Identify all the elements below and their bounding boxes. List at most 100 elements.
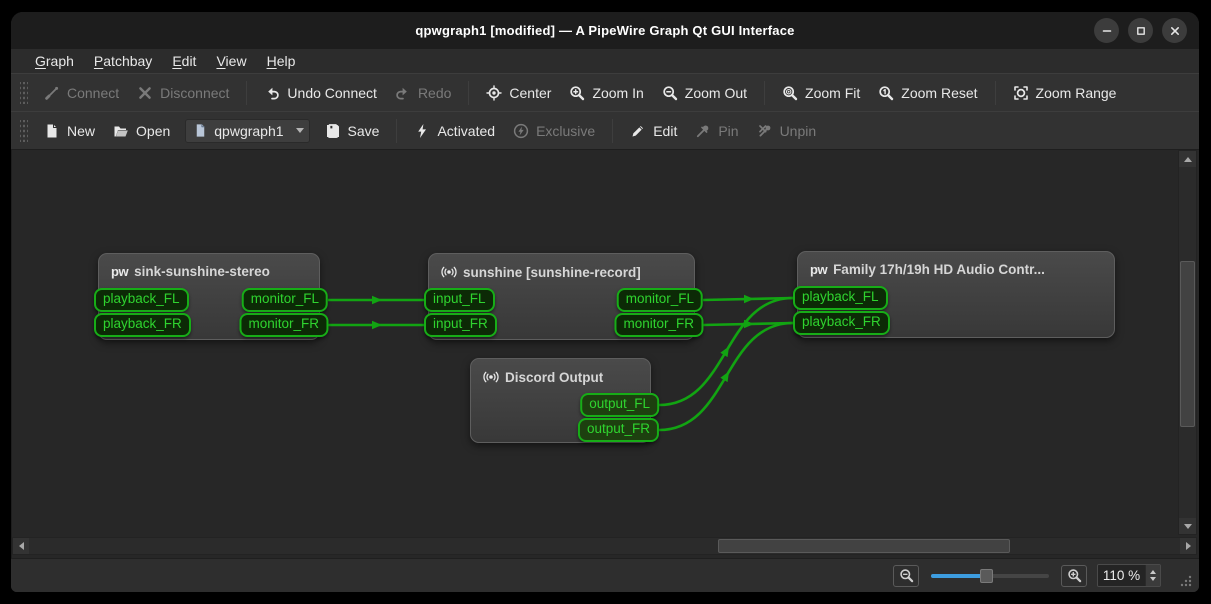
connect-button: Connect (35, 80, 128, 106)
open-button[interactable]: Open (104, 118, 179, 144)
zoom-out-button[interactable]: Zoom Out (653, 80, 756, 106)
toolbar-button-label: Disconnect (160, 85, 229, 101)
toolbar-button-label: Activated (437, 123, 495, 139)
vertical-scrollbar[interactable] (1178, 150, 1197, 535)
combobox-value: qpwgraph1 (214, 123, 283, 139)
zoom-in-button[interactable] (1061, 565, 1087, 587)
zoom-value[interactable]: 110 % (1098, 565, 1145, 586)
chevron-down-icon (296, 128, 304, 133)
window-title: qpwgraph1 [modified] — A PipeWire Graph … (415, 23, 794, 38)
port-wrap: monitor_FR (239, 313, 328, 337)
patchbay-profile-combobox[interactable]: qpwgraph1 (185, 119, 309, 143)
toolbar-separator (764, 81, 765, 105)
port-playback-fr[interactable]: playback_FR (793, 311, 890, 335)
zoom-reset-button[interactable]: Zoom Reset (869, 80, 986, 106)
port-output-fr[interactable]: output_FR (578, 418, 659, 442)
zoom-fit-icon (782, 85, 798, 101)
zoom-in-icon (569, 85, 585, 101)
title-bar[interactable]: qpwgraph1 [modified] — A PipeWire Graph … (11, 12, 1199, 49)
maximize-icon (1133, 23, 1149, 39)
port-monitor-fl[interactable]: monitor_FL (242, 288, 328, 312)
horizontal-scrollbar[interactable] (12, 537, 1197, 555)
port-monitor-fr[interactable]: monitor_FR (614, 313, 703, 337)
zoom-fit-button[interactable]: Zoom Fit (773, 80, 869, 106)
save-icon (325, 123, 341, 139)
port-monitor-fr[interactable]: monitor_FR (239, 313, 328, 337)
graph-canvas[interactable]: pwsink-sunshine-stereoplayback_FLplaybac… (12, 150, 1175, 537)
toolbar-button-label: Zoom Out (685, 85, 747, 101)
redo-button: Redo (386, 80, 460, 106)
disconnect-button: Disconnect (128, 80, 238, 106)
activated-button[interactable]: Activated (405, 118, 504, 144)
toolbar-button-label: Connect (67, 85, 119, 101)
port-wrap: output_FR (578, 418, 659, 442)
toolbar-graph: ConnectDisconnectUndo ConnectRedoCenterZ… (11, 73, 1199, 111)
center-icon (486, 85, 502, 101)
save-button[interactable]: Save (316, 118, 389, 144)
port-playback-fr[interactable]: playback_FR (94, 313, 191, 337)
horizontal-scrollbar-thumb[interactable] (718, 539, 1010, 553)
close-button[interactable] (1162, 18, 1187, 43)
status-bar: 110 % (11, 558, 1199, 592)
minimize-icon (1099, 23, 1115, 39)
port-playback-fl[interactable]: playback_FL (94, 288, 189, 312)
toolbar-separator (246, 81, 247, 105)
resize-grip[interactable] (1177, 572, 1193, 588)
connection-arrow (720, 369, 732, 382)
port-input-fl[interactable]: input_FL (424, 288, 495, 312)
maximize-button[interactable] (1128, 18, 1153, 43)
toolbar-button-label: Zoom Reset (901, 85, 977, 101)
toolbar-separator (396, 119, 397, 143)
undo-icon (264, 85, 280, 101)
zoom-range-button[interactable]: Zoom Range (1004, 80, 1126, 106)
toolbar-separator (612, 119, 613, 143)
menu-help[interactable]: Help (257, 51, 306, 71)
port-output-fl[interactable]: output_FL (580, 393, 659, 417)
vertical-scrollbar-thumb[interactable] (1180, 261, 1195, 427)
unpin-button: Unpin (748, 118, 826, 144)
port-input-fr[interactable]: input_FR (424, 313, 497, 337)
minimize-button[interactable] (1094, 18, 1119, 43)
port-playback-fl[interactable]: playback_FL (793, 286, 888, 310)
menu-bar: GraphPatchbayEditViewHelp (11, 49, 1199, 73)
toolbar-button-label: New (67, 123, 95, 139)
toolbar-drag-handle[interactable] (20, 82, 28, 104)
scroll-up-button[interactable] (1179, 151, 1196, 167)
scroll-right-button[interactable] (1180, 538, 1196, 554)
scroll-down-button[interactable] (1179, 518, 1196, 534)
file-icon (193, 123, 208, 138)
menu-graph[interactable]: Graph (25, 51, 84, 71)
toolbar-separator (995, 81, 996, 105)
disconnect-icon (137, 85, 153, 101)
zoom-out-icon (899, 568, 914, 583)
zoom-out-icon (662, 85, 678, 101)
new-button[interactable]: New (35, 118, 104, 144)
toolbar-button-label: Zoom Fit (805, 85, 860, 101)
zoom-in-icon (1067, 568, 1082, 583)
menu-patchbay[interactable]: Patchbay (84, 51, 162, 71)
toolbar-button-label: Redo (418, 85, 451, 101)
window-controls (1094, 18, 1187, 43)
menu-edit[interactable]: Edit (162, 51, 206, 71)
zoom-spinbox[interactable]: 110 % (1097, 564, 1161, 587)
zoom-slider-handle[interactable] (980, 569, 993, 583)
toolbar-button-label: Exclusive (536, 123, 595, 139)
undo-connect-button[interactable]: Undo Connect (255, 80, 386, 106)
zoom-range-icon (1013, 85, 1029, 101)
port-wrap: monitor_FL (242, 288, 328, 312)
zoom-slider-fill (931, 574, 986, 578)
connection-arrow (720, 344, 732, 357)
toolbar-patchbay: New Open qpwgraph1 Save Activated Exclusive Ed… (11, 111, 1199, 149)
center-button[interactable]: Center (477, 80, 560, 106)
toolbar-button-label: Unpin (780, 123, 817, 139)
scroll-left-button[interactable] (13, 538, 29, 554)
zoom-out-button[interactable] (893, 565, 919, 587)
port-monitor-fl[interactable]: monitor_FL (617, 288, 703, 312)
unpin-icon (757, 123, 773, 139)
zoom-in-button[interactable]: Zoom In (560, 80, 652, 106)
zoom-spin-arrows[interactable] (1145, 565, 1160, 586)
edit-button[interactable]: Edit (621, 118, 686, 144)
menu-view[interactable]: View (206, 51, 256, 71)
toolbar-drag-handle[interactable] (20, 120, 28, 142)
zoom-slider[interactable] (931, 565, 1049, 587)
